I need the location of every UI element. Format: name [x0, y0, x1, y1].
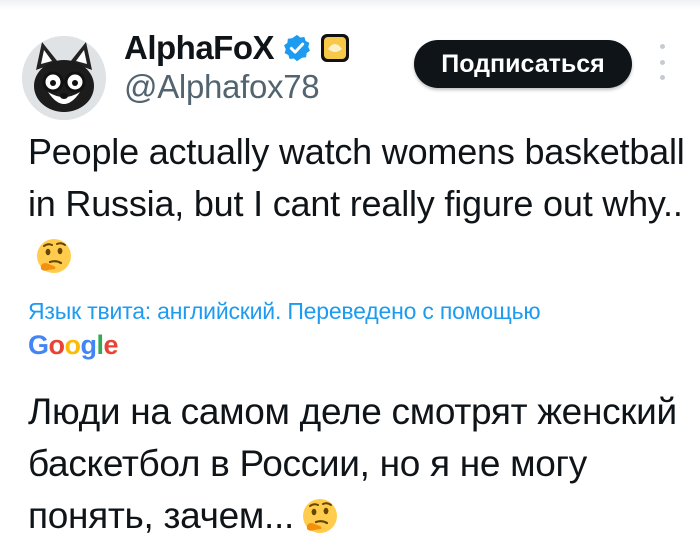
google-letter: o [64, 330, 82, 360]
subscribe-button[interactable]: Подписаться [414, 40, 632, 88]
google-letter: g [80, 330, 98, 360]
thinking-face-icon [37, 239, 71, 273]
top-divider [0, 0, 700, 10]
thinking-face-icon [302, 499, 337, 533]
google-letter: l [96, 330, 105, 360]
more-dot [659, 44, 665, 49]
translated-text: Люди на самом деле смотрят женский баске… [28, 386, 688, 542]
more-dot [659, 75, 665, 80]
more-vertical-icon[interactable] [654, 44, 670, 80]
gold-affiliate-badge-icon [321, 34, 349, 62]
translated-text-content: Люди на самом деле смотрят женский баске… [28, 391, 677, 536]
tweet-text: People actually watch womens basketball … [28, 126, 688, 282]
author-display-name[interactable]: AlphaFoX [124, 29, 275, 67]
avatar[interactable] [22, 36, 106, 120]
more-dot [659, 59, 665, 65]
author-name-row: AlphaFoX [124, 28, 350, 68]
google-letter: o [48, 330, 66, 360]
tweet-text-content: People actually watch womens basketball … [28, 131, 685, 224]
google-letter: e [103, 330, 119, 360]
google-letter: G [28, 330, 49, 360]
verified-check-icon [284, 34, 310, 62]
translation-note[interactable]: Язык твита: английский. Переведено с пом… [28, 298, 688, 325]
fox-avatar-icon [22, 36, 106, 120]
google-logo: Google [28, 330, 119, 361]
author-handle[interactable]: @Alphafox78 [124, 68, 320, 106]
